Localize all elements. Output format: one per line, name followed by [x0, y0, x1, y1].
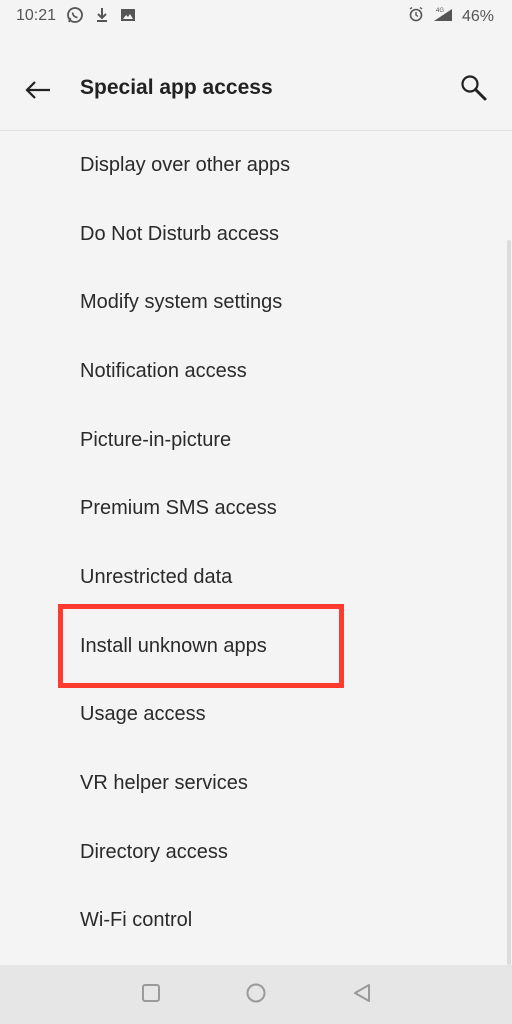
- nav-back-button[interactable]: [350, 983, 374, 1007]
- search-icon: [459, 73, 489, 108]
- status-time: 10:21: [16, 7, 57, 24]
- status-bar: 10:21 4G 46%: [0, 0, 512, 32]
- notification-icons: [66, 6, 136, 29]
- system-icons: 4G 46%: [408, 6, 494, 27]
- recent-apps-button[interactable]: [139, 983, 163, 1007]
- svg-text:4G: 4G: [436, 8, 444, 14]
- list-item-unrestricted-data[interactable]: Unrestricted data: [0, 543, 512, 612]
- list-item-notification-access[interactable]: Notification access: [0, 337, 512, 406]
- list-item-usage-access[interactable]: Usage access: [0, 681, 512, 750]
- whatsapp-icon: [66, 6, 84, 29]
- battery-percent: 46%: [461, 7, 494, 25]
- list-item-display-over-other-apps[interactable]: Display over other apps: [0, 131, 512, 200]
- recent-apps-icon: [141, 983, 161, 1008]
- back-icon: [351, 982, 373, 1009]
- alarm-icon: [408, 6, 424, 27]
- download-icon: [94, 6, 110, 29]
- list-item-vr-helper-services[interactable]: VR helper services: [0, 749, 512, 818]
- app-bar: Special app access: [0, 32, 512, 131]
- list-item-wifi-control[interactable]: Wi-Fi control: [0, 887, 512, 956]
- list-item-picture-in-picture[interactable]: Picture-in-picture: [0, 406, 512, 475]
- page-title: Special app access: [80, 76, 273, 99]
- home-icon: [245, 982, 267, 1009]
- list-item-directory-access[interactable]: Directory access: [0, 818, 512, 887]
- list-item-do-not-disturb-access[interactable]: Do Not Disturb access: [0, 200, 512, 269]
- list-item-modify-system-settings[interactable]: Modify system settings: [0, 268, 512, 337]
- highlight-annotation: [58, 604, 344, 688]
- list-item-premium-sms-access[interactable]: Premium SMS access: [0, 474, 512, 543]
- navigation-bar: [0, 965, 512, 1024]
- signal-4g-icon: 4G: [432, 6, 454, 27]
- back-button[interactable]: [20, 74, 56, 110]
- search-button[interactable]: [456, 72, 492, 108]
- image-icon: [120, 7, 136, 28]
- scrollbar[interactable]: [507, 240, 511, 965]
- home-button[interactable]: [244, 983, 268, 1007]
- special-access-list: Display over other apps Do Not Disturb a…: [0, 131, 512, 955]
- back-arrow-icon: [24, 79, 52, 106]
